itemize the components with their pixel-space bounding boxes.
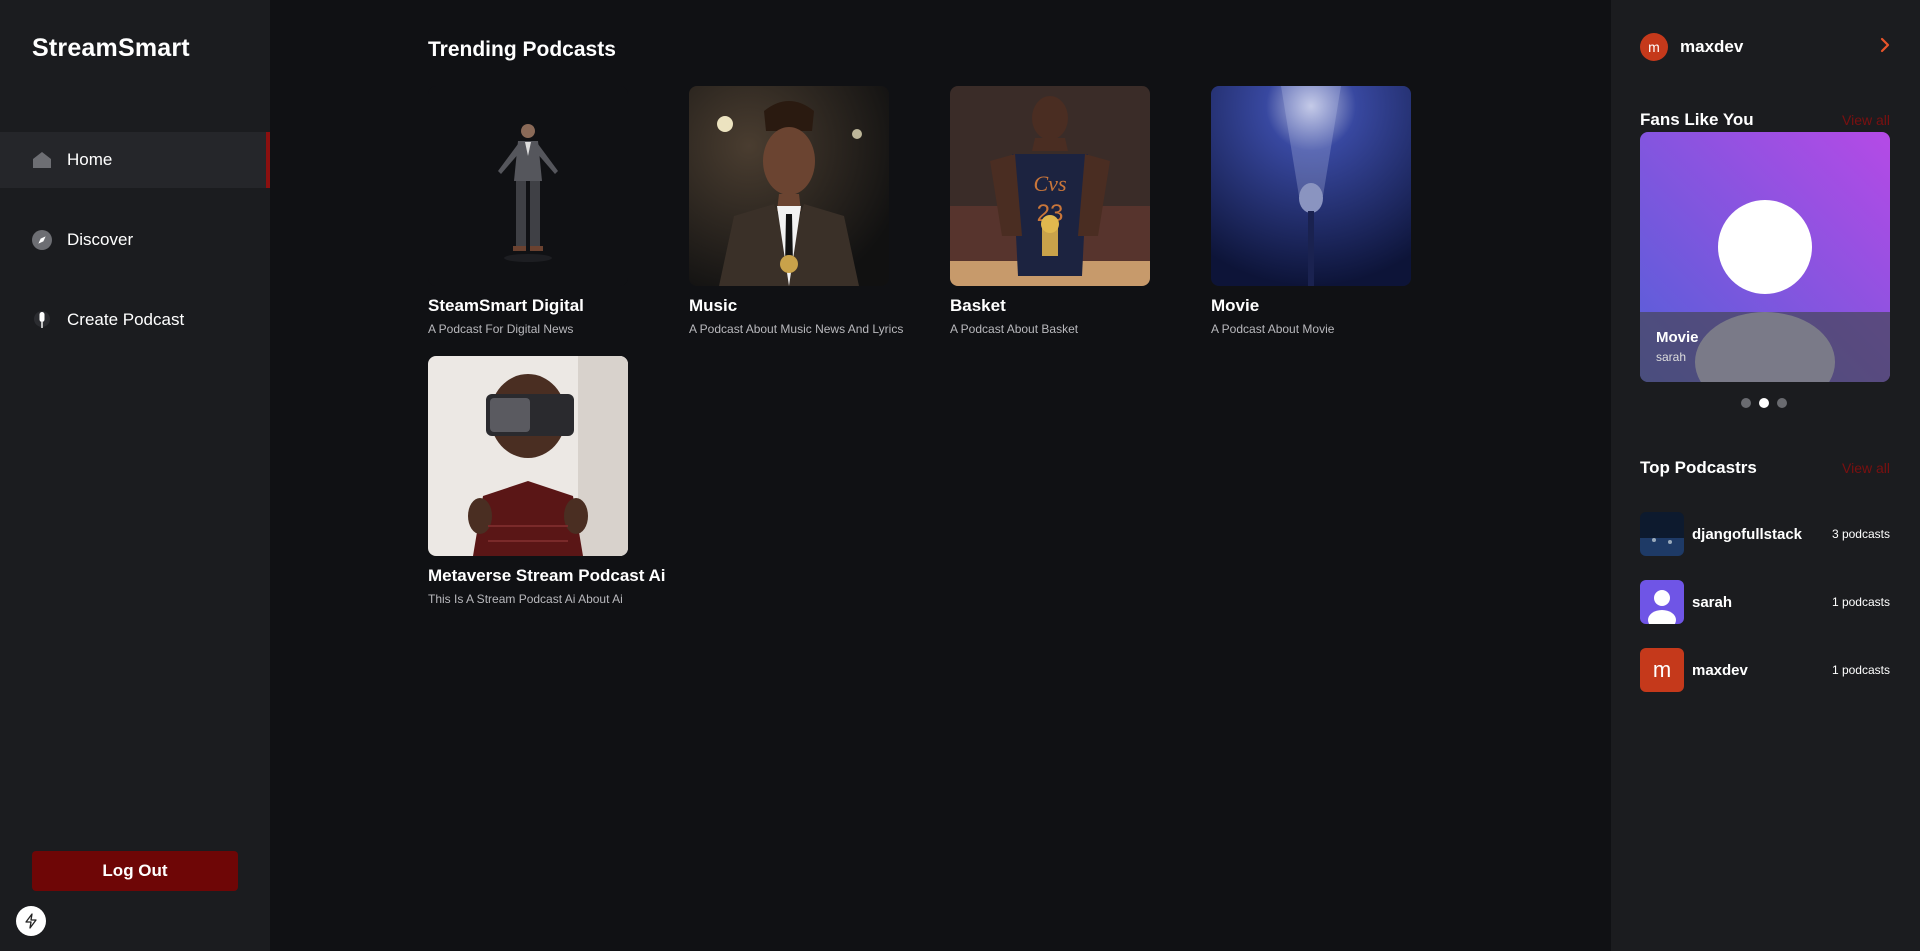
podcast-thumbnail xyxy=(689,86,889,286)
avatar: m xyxy=(1640,648,1684,692)
podcaster-name: djangofullstack xyxy=(1692,525,1803,543)
podcast-thumbnail: Cvs 23 xyxy=(950,86,1150,286)
podcast-card[interactable]: Metaverse Stream Podcast Ai This Is A St… xyxy=(428,356,666,606)
nav-label-create: Create Podcast xyxy=(67,310,185,329)
fan-card-caption: Movie sarah xyxy=(1640,312,1890,382)
fan-carousel-card[interactable]: Movie sarah xyxy=(1640,132,1890,382)
carousel-dot[interactable] xyxy=(1741,398,1751,408)
microphone-icon xyxy=(32,310,52,330)
podcast-card[interactable]: Cvs 23 Basket A Podcast About Basket xyxy=(950,86,1180,336)
podcast-thumbnail xyxy=(1211,86,1411,286)
podcast-thumbnail xyxy=(428,86,628,286)
logout-button[interactable]: Log Out xyxy=(32,851,238,891)
podcast-description: A Podcast For Digital News xyxy=(428,322,574,336)
right-sidebar: m maxdev Fans Like You View all Movie sa… xyxy=(1611,0,1920,951)
nav-label-discover: Discover xyxy=(67,230,134,249)
nav-item-discover[interactable]: Discover xyxy=(0,212,270,268)
podcast-description: This Is A Stream Podcast Ai About Ai xyxy=(428,592,623,606)
nav-item-create-podcast[interactable]: Create Podcast xyxy=(0,292,270,348)
podcast-description: A Podcast About Basket xyxy=(950,322,1079,336)
fan-card-author: sarah xyxy=(1656,350,1687,364)
nav-item-home[interactable]: Home xyxy=(0,132,270,188)
section-title: Fans Like You xyxy=(1640,110,1754,129)
fans-like-you-header: Fans Like You View all xyxy=(1640,110,1890,130)
podcast-title: SteamSmart Digital xyxy=(428,296,584,315)
podcast-count: 1 podcasts xyxy=(1831,663,1890,677)
podcast-thumbnail xyxy=(428,356,628,556)
top-podcasters-header: Top Podcastrs View all xyxy=(1640,458,1890,478)
view-all-link[interactable]: View all xyxy=(1842,112,1890,128)
page-title: Trending Podcasts xyxy=(428,38,616,61)
avatar: m xyxy=(1640,33,1668,61)
nav-label-home: Home xyxy=(67,150,113,169)
view-all-link[interactable]: View all xyxy=(1842,460,1890,476)
section-title: Top Podcastrs xyxy=(1640,458,1757,477)
top-podcaster-item[interactable]: sarah 1 podcasts xyxy=(1640,580,1890,624)
podcast-card[interactable]: Movie A Podcast About Movie xyxy=(1211,86,1441,336)
podcaster-name: sarah xyxy=(1692,593,1733,611)
svg-text:Cvs: Cvs xyxy=(1034,171,1067,196)
podcast-title: Movie xyxy=(1211,296,1260,315)
user-name: maxdev xyxy=(1680,37,1744,56)
main-nav: Home Discover Create Podcast xyxy=(0,132,270,372)
podcast-title: Basket xyxy=(950,296,1006,315)
compass-icon xyxy=(32,230,52,250)
bolt-icon[interactable] xyxy=(16,906,46,936)
carousel-dot[interactable] xyxy=(1777,398,1787,408)
podcast-title: Metaverse Stream Podcast Ai xyxy=(428,566,666,585)
user-profile-link[interactable]: m maxdev xyxy=(1640,33,1891,61)
carousel-dots xyxy=(1741,398,1787,408)
podcast-card[interactable]: Music A Podcast About Music News And Lyr… xyxy=(689,86,919,336)
avatar xyxy=(1640,580,1684,624)
podcast-description: A Podcast About Music News And Lyrics xyxy=(689,322,904,336)
home-icon xyxy=(32,150,52,170)
podcast-title: Music xyxy=(689,296,738,315)
fan-card-title: Movie xyxy=(1656,329,1699,346)
avatar xyxy=(1640,512,1684,556)
podcast-card[interactable]: SteamSmart Digital A Podcast For Digital… xyxy=(428,86,658,336)
podcast-count: 1 podcasts xyxy=(1831,595,1890,609)
chevron-right-icon xyxy=(1879,37,1891,58)
brand-logo[interactable]: StreamSmart xyxy=(32,34,190,63)
top-podcaster-item[interactable]: djangofullstack 3 podcasts xyxy=(1640,512,1890,556)
podcast-description: A Podcast About Movie xyxy=(1211,322,1335,336)
left-sidebar: StreamSmart Home Discover Create Podcast… xyxy=(0,0,270,951)
top-podcaster-item[interactable]: m maxdev 1 podcasts xyxy=(1640,648,1890,692)
carousel-dot-active[interactable] xyxy=(1759,398,1769,408)
podcaster-name: maxdev xyxy=(1692,661,1748,679)
podcast-count: 3 podcasts xyxy=(1831,527,1890,541)
